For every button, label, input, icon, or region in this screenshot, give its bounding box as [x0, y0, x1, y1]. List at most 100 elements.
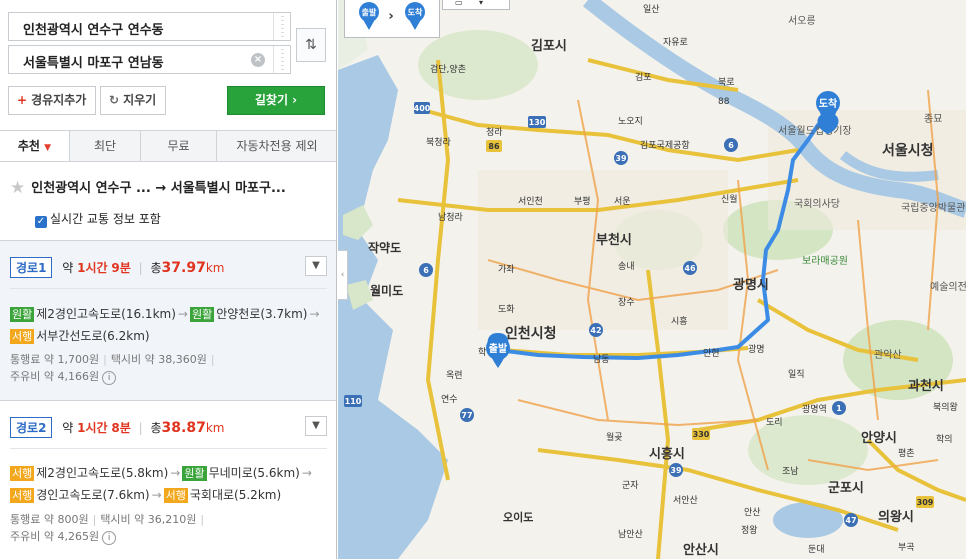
add-waypoint-button[interactable]: + 경유지추가 [8, 86, 96, 115]
start-marker-label: 출발 [489, 342, 508, 355]
ic-label: 서인천 [518, 196, 543, 207]
city-label: 의왕시 [878, 509, 914, 525]
find-route-button[interactable]: 길찾기 › [227, 86, 325, 115]
route-2-segments-line-1: 서행 제2경인고속도로(5.8km) → 원활 무네미로(5.6km) → [10, 466, 312, 481]
ic-label: 남동 [593, 354, 610, 365]
place-label: 보라매공원 [802, 255, 848, 267]
ic-label: 자유로 [663, 37, 688, 48]
ic-label: 북로 [718, 77, 735, 88]
ic-label: 연수 [441, 394, 458, 405]
route-2-expand-button[interactable]: ▼ [305, 416, 327, 436]
tab-recommended-label: 추천 [17, 139, 40, 153]
city-label: 오이도 [503, 510, 533, 524]
road-number: 6 [423, 266, 429, 275]
ic-label: 안산 [744, 507, 761, 518]
ic-label: 송내 [618, 261, 635, 272]
road-number: 309 [917, 498, 934, 507]
toll-fee: 통행료 약 1,700원 [10, 353, 100, 366]
route-1-tag: 경로1 [10, 257, 53, 278]
ic-label: 옥련 [446, 370, 463, 381]
toll-fee: 통행료 약 800원 [10, 513, 89, 526]
clear-destination-icon[interactable]: × [251, 53, 265, 67]
dropdown-icon[interactable]: ▾ [479, 0, 483, 7]
info-icon[interactable]: i [102, 531, 117, 545]
ic-label: 학의 [936, 434, 953, 445]
ic-label: 평촌 [898, 448, 915, 459]
ic-label: 둔대 [808, 544, 825, 555]
map-toolbar[interactable]: ▭ ▾ [442, 0, 510, 10]
summary-title: ★ 인천광역시 연수구 ... → 서울특별시 마포구... [10, 177, 286, 198]
ic-label: 검단,양촌 [430, 63, 466, 75]
fuel-cost: 주유비 약 4,166원 [10, 370, 100, 383]
city-label: 과천시 [908, 379, 944, 394]
route-1-expand-button[interactable]: ▼ [305, 256, 327, 276]
dropdown-caret-icon: ▼ [44, 143, 52, 153]
destination-text: 서울특별시 마포구 연남동 [23, 56, 164, 71]
ic-label: 정왕 [741, 525, 758, 536]
start-marker[interactable]: 출발 [486, 333, 510, 368]
ic-label: 도화 [498, 304, 515, 315]
chevron-right-icon: › [292, 93, 298, 107]
origin-drag-handle-icon[interactable] [273, 13, 290, 40]
road-segment: 서부간선도로(6.2km) [36, 329, 150, 343]
place-label: 종묘 [924, 113, 942, 125]
swap-origin-destination-button[interactable]: ⇅ [296, 28, 326, 62]
destination-field[interactable]: 서울특별시 마포구 연남동 × [8, 45, 291, 74]
ic-label: 88 [718, 97, 730, 107]
tab-free[interactable]: 무료 [140, 131, 216, 161]
map-view[interactable]: 김포시 부천시 광명시 인천시청 서울시청 시흥시 안양시 군포시 의왕시 오이… [338, 0, 966, 559]
summary-title-text: 인천광역시 연수구 ... → 서울특별시 마포구... [31, 181, 286, 196]
ic-label: 김포 [635, 71, 652, 83]
ic-label: 노오지 [618, 116, 643, 127]
reset-button[interactable]: ↻ 지우기 [100, 86, 166, 115]
road-number: 47 [845, 516, 856, 525]
checkbox-checked-icon: ✓ [35, 216, 47, 228]
fuel-cost: 주유비 약 4,265원 [10, 530, 100, 543]
road-segment: 제2경인고속도로(16.1km) [36, 307, 176, 321]
traffic-badge: 서행 [10, 488, 35, 503]
refresh-icon: ↻ [109, 93, 120, 107]
destination-drag-handle-icon[interactable] [273, 46, 290, 73]
route-option-tabs: 추천 ▼ 최단 무료 자동차전용 제외 [0, 130, 336, 162]
city-label: 시흥시 [649, 446, 685, 462]
taxi-fare: 택시비 약 36,210원 [100, 513, 197, 526]
ic-label: 북의왕 [933, 402, 958, 413]
route-1-distance: 총37.97km [150, 260, 225, 276]
realtime-traffic-checkbox[interactable]: ✓ 실시간 교통 정보 포함 [35, 210, 161, 228]
tab-shortest[interactable]: 최단 [69, 131, 140, 161]
start-legend-label: 출발 [362, 7, 377, 17]
road-number: 39 [670, 466, 682, 475]
road-segment: 무네미로(5.6km) [208, 466, 300, 480]
ic-label: 장수 [618, 297, 635, 308]
traffic-badge: 서행 [163, 488, 188, 503]
city-label: 김포시 [531, 39, 567, 54]
ic-label: 신월 [721, 193, 738, 205]
map-canvas[interactable]: 김포시 부천시 광명시 인천시청 서울시청 시흥시 안양시 군포시 의왕시 오이… [338, 0, 966, 559]
ic-label: 서운 [614, 196, 631, 207]
route-card-1[interactable]: 경로1 약 1시간 9분 | 총37.97km ▼ 원활 제2경인고속도로(16.… [0, 240, 336, 400]
tab-shortest-label: 최단 [93, 139, 117, 153]
ic-label: 안현 [703, 348, 720, 359]
favorite-star-icon[interactable]: ★ [10, 178, 25, 198]
route-1-costs: 통행료 약 1,700원 | 택시비 약 38,360원 | [10, 353, 215, 366]
origin-field[interactable]: 인천광역시 연수구 연수동 [8, 12, 291, 41]
info-icon[interactable]: i [102, 371, 117, 385]
road-number: 42 [590, 326, 601, 335]
ic-label: 청라 [486, 127, 503, 138]
ic-label: 일산 [643, 4, 660, 15]
road-number: 77 [461, 411, 472, 420]
city-label: 광명시 [733, 277, 769, 293]
car-icon[interactable]: ▭ [455, 0, 463, 7]
road-segment: 경인고속도로(7.6km) [36, 488, 150, 502]
ic-label: 서안산 [673, 495, 698, 506]
ic-label: 광명 [748, 343, 765, 355]
road-number: 46 [684, 264, 696, 273]
chevron-left-icon: ‹ [340, 270, 345, 280]
road-number: 6 [728, 141, 734, 150]
tab-exclude-expressway[interactable]: 자동차전용 제외 [216, 131, 336, 161]
route-card-2[interactable]: 경로2 약 1시간 8분 | 총38.87km ▼ 서행 제2경인고속도로(5.8… [0, 400, 336, 559]
collapse-panel-button[interactable]: ‹ [338, 250, 348, 300]
city-label: 안산시 [683, 542, 719, 558]
tab-recommended[interactable]: 추천 ▼ [0, 131, 69, 161]
end-legend-label: 도착 [408, 7, 423, 17]
